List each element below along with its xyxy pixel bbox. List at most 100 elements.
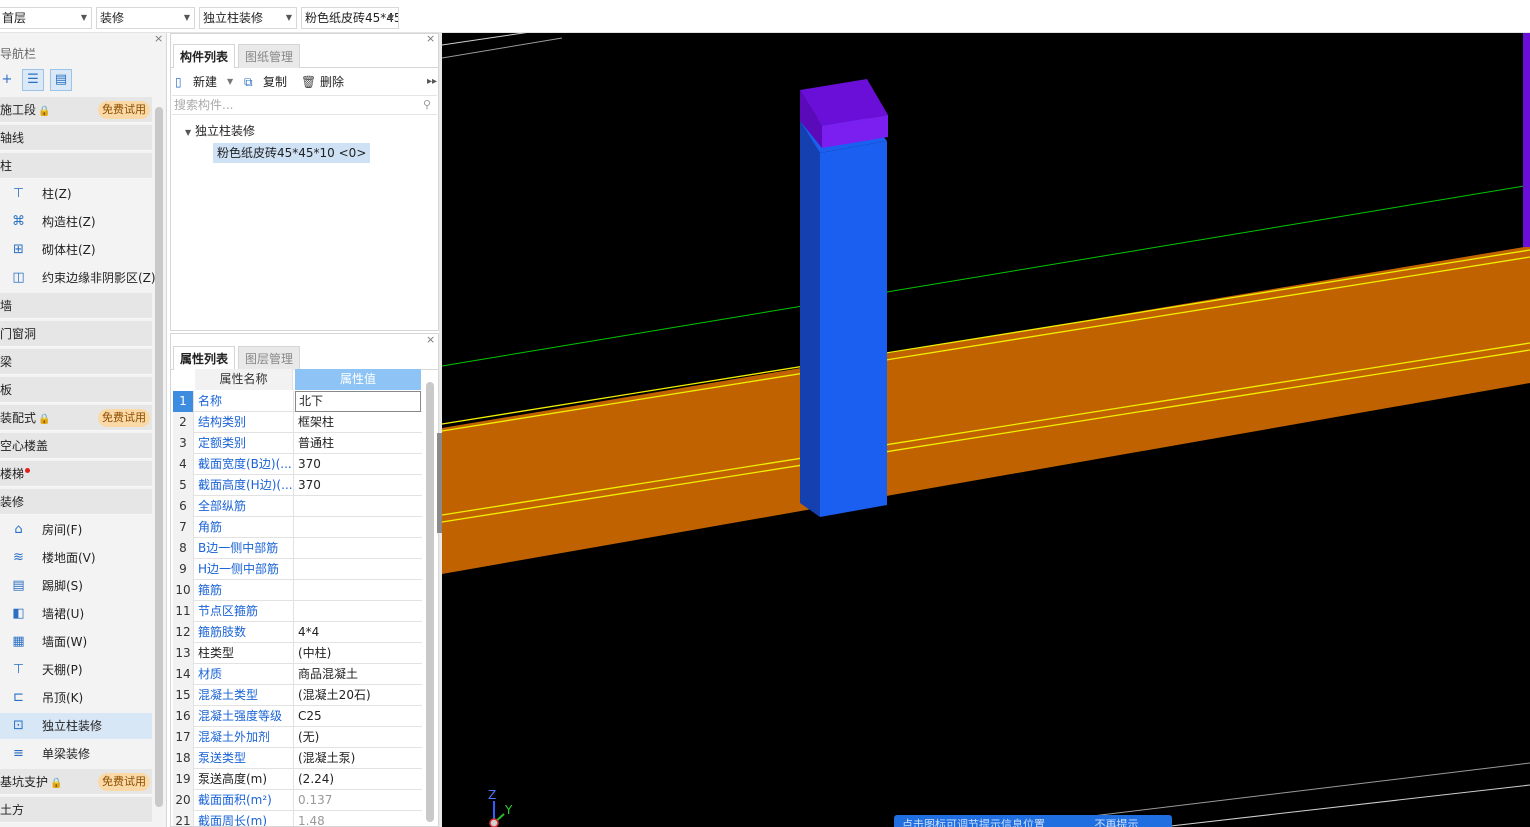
table-row[interactable]: 5 截面高度(H边)(... 370 — [173, 475, 422, 496]
property-value[interactable]: 370 — [295, 454, 421, 475]
copy-button[interactable]: 复制 — [263, 72, 287, 92]
nav-category[interactable]: 门窗洞 — [0, 321, 152, 347]
nav-item[interactable]: ⊤ 柱(Z) — [0, 181, 152, 207]
nav-category[interactable]: 土方 — [0, 797, 152, 823]
nav-scrollbar[interactable] — [155, 107, 163, 807]
table-row[interactable]: 16 混凝土强度等级 C25 — [173, 706, 422, 727]
property-value[interactable]: (混凝土20石) — [295, 685, 421, 706]
nav-item[interactable]: ⊤ 天棚(P) — [0, 657, 152, 683]
component-type-select[interactable]: 独立柱装修 ▼ — [199, 7, 297, 29]
more-icon[interactable]: ▸▸ — [427, 72, 437, 92]
nav-item[interactable]: ⌂ 房间(F) — [0, 517, 152, 543]
expand-icon[interactable]: ▼ — [185, 128, 191, 137]
table-row[interactable]: 11 节点区箍筋 — [173, 601, 422, 622]
nav-item[interactable]: ≋ 楼地面(V) — [0, 545, 152, 571]
table-row[interactable]: 15 混凝土类型 (混凝土20石) — [173, 685, 422, 706]
nav-item[interactable]: ▤ 踢脚(S) — [0, 573, 152, 599]
property-value[interactable]: 4*4 — [295, 622, 421, 643]
property-value[interactable] — [295, 559, 421, 580]
nav-category[interactable]: 楼梯 — [0, 461, 152, 487]
nav-item[interactable]: ⊡ 独立柱装修 — [0, 713, 152, 739]
tree-root[interactable]: ▼ 独立柱装修 — [185, 122, 255, 139]
nav-category[interactable]: 柱 — [0, 153, 152, 179]
property-value[interactable]: 商品混凝土 — [295, 664, 421, 685]
hint-dismiss-link[interactable]: 不再提示 — [1095, 818, 1139, 827]
free-trial-badge[interactable]: 免费试用 — [98, 409, 150, 427]
nav-category[interactable]: 装配式 🔒 免费试用 — [0, 405, 152, 431]
property-value[interactable]: (2.24) — [295, 769, 421, 790]
tab-component-list[interactable]: 构件列表 — [173, 44, 236, 68]
property-value[interactable]: (混凝土泵) — [295, 748, 421, 769]
property-value[interactable]: 北下 — [295, 391, 421, 412]
close-icon[interactable]: × — [154, 33, 163, 45]
close-icon[interactable]: × — [426, 334, 435, 346]
free-trial-badge[interactable]: 免费试用 — [98, 773, 150, 791]
table-row[interactable]: 12 箍筋肢数 4*4 — [173, 622, 422, 643]
delete-button[interactable]: 删除 — [320, 72, 344, 92]
nav-item[interactable]: ◫ 约束边缘非阴影区(Z) — [0, 265, 156, 291]
nav-item[interactable]: ⌘ 构造柱(Z) — [0, 209, 152, 235]
nav-category[interactable]: 基坑支护 🔒 免费试用 — [0, 769, 152, 795]
property-value[interactable]: 普通柱 — [295, 433, 421, 454]
table-row[interactable]: 20 截面面积(m²) 0.137 — [173, 790, 422, 811]
new-button[interactable]: 新建 — [193, 72, 217, 92]
3d-viewport[interactable]: Z Y 点击图标可调节提示信息位置 不再提示 — [442, 33, 1530, 827]
table-row[interactable]: 21 截面周长(m) 1.48 — [173, 811, 422, 826]
3d-scene[interactable]: Z Y — [442, 33, 1530, 827]
nav-category[interactable]: 墙 — [0, 293, 152, 319]
property-value[interactable] — [295, 496, 421, 517]
nav-category[interactable]: 装修 — [0, 489, 152, 515]
property-value[interactable] — [295, 538, 421, 559]
trash-icon[interactable]: 🗑 — [301, 72, 316, 92]
property-value[interactable]: C25 — [295, 706, 421, 727]
nav-category[interactable]: 梁 — [0, 349, 152, 375]
add-icon[interactable]: + — [0, 69, 18, 91]
table-row[interactable]: 19 泵送高度(m) (2.24) — [173, 769, 422, 790]
component-search-input[interactable]: 搜索构件... ⚲ — [172, 95, 437, 115]
nav-category[interactable]: 空心楼盖 — [0, 433, 152, 459]
category-select[interactable]: 装修 ▼ — [96, 7, 195, 29]
table-row[interactable]: 18 泵送类型 (混凝土泵) — [173, 748, 422, 769]
adjacent-element[interactable] — [1523, 33, 1530, 247]
property-value[interactable]: (无) — [295, 727, 421, 748]
table-row[interactable]: 9 H边一侧中部筋 — [173, 559, 422, 580]
nav-category[interactable]: 板 — [0, 377, 152, 403]
list-view-icon[interactable]: ☰ — [22, 69, 44, 91]
property-value[interactable]: 370 — [295, 475, 421, 496]
table-row[interactable]: 7 角筋 — [173, 517, 422, 538]
column-front-face[interactable] — [820, 141, 887, 517]
property-value[interactable] — [295, 517, 421, 538]
property-value[interactable]: 框架柱 — [295, 412, 421, 433]
property-value[interactable]: 1.48 — [295, 811, 421, 826]
detail-view-icon[interactable]: ▤ — [50, 69, 72, 91]
beam-body[interactable] — [442, 246, 1530, 574]
property-scrollbar[interactable] — [426, 382, 434, 822]
table-row[interactable]: 3 定额类别 普通柱 — [173, 433, 422, 454]
property-value[interactable]: (中柱) — [295, 643, 421, 664]
property-value[interactable] — [295, 580, 421, 601]
nav-category[interactable]: 轴线 — [0, 125, 152, 151]
nav-item[interactable]: ≡ 单梁装修 — [0, 741, 152, 767]
tab-property-list[interactable]: 属性列表 — [173, 346, 236, 370]
table-row[interactable]: 8 B边一侧中部筋 — [173, 538, 422, 559]
hint-banner[interactable]: 点击图标可调节提示信息位置 不再提示 — [894, 815, 1172, 827]
new-file-icon[interactable]: ▯ — [175, 72, 182, 92]
property-value[interactable] — [295, 601, 421, 622]
column-side-face[interactable] — [800, 121, 820, 517]
nav-item[interactable]: ⊞ 砌体柱(Z) — [0, 237, 152, 263]
floor-select[interactable]: 首层 ▼ — [0, 7, 92, 29]
chevron-down-icon[interactable]: ▼ — [227, 72, 233, 92]
nav-category[interactable]: 施工段 🔒 免费试用 — [0, 97, 152, 123]
nav-item[interactable]: ▦ 墙面(W) — [0, 629, 152, 655]
table-row[interactable]: 2 结构类别 框架柱 — [173, 412, 422, 433]
tree-item-selected[interactable]: 粉色纸皮砖45*45*10 <0> — [213, 143, 371, 163]
copy-icon[interactable]: ⧉ — [244, 72, 253, 92]
table-row[interactable]: 10 箍筋 — [173, 580, 422, 601]
table-row[interactable]: 1 名称 北下 — [173, 391, 422, 412]
table-row[interactable]: 14 材质 商品混凝土 — [173, 664, 422, 685]
nav-item[interactable]: ⊏ 吊顶(K) — [0, 685, 152, 711]
table-row[interactable]: 17 混凝土外加剂 (无) — [173, 727, 422, 748]
property-value[interactable]: 0.137 — [295, 790, 421, 811]
nav-item[interactable]: ◧ 墙裙(U) — [0, 601, 152, 627]
component-select[interactable]: 粉色纸皮砖45*45 ▼ — [301, 7, 399, 29]
